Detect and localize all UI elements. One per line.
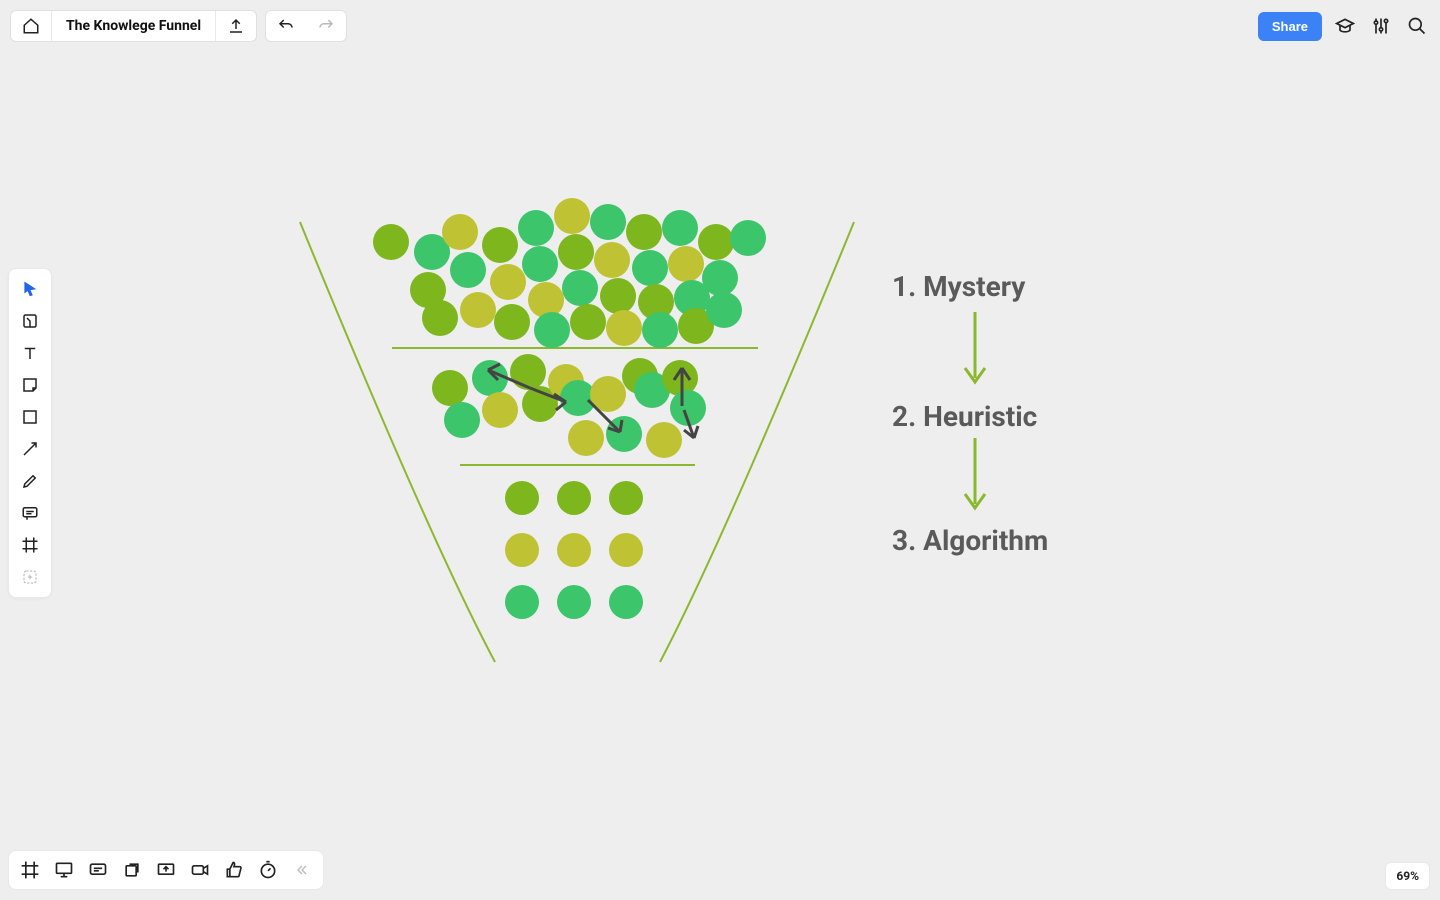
reactions-button[interactable] <box>219 855 249 885</box>
video-button[interactable] <box>185 855 215 885</box>
frames-bottom-button[interactable] <box>15 855 45 885</box>
heuristic-arrows <box>488 364 698 438</box>
cursor-icon <box>21 280 39 298</box>
timer-icon <box>258 860 278 880</box>
label-algorithm[interactable]: 3. Algorithm <box>892 524 1048 557</box>
graduation-icon <box>1335 16 1355 36</box>
top-bar: The Knowlege Funnel Share <box>10 10 1430 42</box>
funnel-dots-top <box>373 198 766 348</box>
pen-tool[interactable] <box>12 465 48 497</box>
label-heuristic[interactable]: 2. Heuristic <box>892 400 1037 433</box>
redo-icon <box>317 17 335 35</box>
redo-button[interactable] <box>306 11 346 41</box>
zoom-level[interactable]: 69% <box>1385 862 1430 890</box>
present-button[interactable] <box>49 855 79 885</box>
sticky-tool[interactable] <box>12 369 48 401</box>
home-button[interactable] <box>11 11 51 41</box>
sticky-icon <box>21 376 39 394</box>
square-icon <box>21 408 39 426</box>
comment-icon <box>21 504 39 522</box>
funnel-dots-middle <box>432 354 706 458</box>
upload-icon <box>227 17 245 35</box>
label-mystery[interactable]: 1. Mystery <box>892 270 1025 303</box>
top-left-group: The Knowlege Funnel <box>10 10 257 42</box>
plus-dashed-icon <box>21 568 39 586</box>
select-tool[interactable] <box>12 273 48 305</box>
cards-button[interactable] <box>117 855 147 885</box>
thumbsup-icon <box>224 860 244 880</box>
search-button[interactable] <box>1404 13 1430 39</box>
upload-button[interactable] <box>216 11 256 41</box>
undo-button[interactable] <box>266 11 306 41</box>
board-title[interactable]: The Knowlege Funnel <box>51 11 216 41</box>
presentation-icon <box>54 860 74 880</box>
screen-share-icon <box>156 860 176 880</box>
undo-icon <box>277 17 295 35</box>
shape-tool[interactable] <box>12 401 48 433</box>
templates-icon <box>21 312 39 330</box>
arrow-icon <box>21 440 39 458</box>
chat-icon <box>88 860 108 880</box>
undo-redo-group <box>265 10 347 42</box>
comment-tool[interactable] <box>12 497 48 529</box>
templates-tool[interactable] <box>12 305 48 337</box>
sliders-icon <box>1371 16 1391 36</box>
more-apps-tool[interactable] <box>12 561 48 593</box>
timer-button[interactable] <box>253 855 283 885</box>
cards-icon <box>122 860 142 880</box>
diagram-canvas <box>0 0 1440 900</box>
funnel-outline <box>300 222 854 662</box>
pen-icon <box>21 472 39 490</box>
collapse-button[interactable] <box>287 855 317 885</box>
top-bar-left: The Knowlege Funnel <box>10 10 347 42</box>
bottom-toolbar <box>8 850 324 890</box>
frame-icon <box>20 860 40 880</box>
learn-button[interactable] <box>1332 13 1358 39</box>
left-toolbar <box>8 268 52 598</box>
comments-bottom-button[interactable] <box>83 855 113 885</box>
text-tool[interactable] <box>12 337 48 369</box>
chevrons-left-icon <box>294 862 310 878</box>
arrow-tool[interactable] <box>12 433 48 465</box>
home-icon <box>22 17 40 35</box>
search-icon <box>1407 16 1427 36</box>
share-button[interactable]: Share <box>1258 12 1322 41</box>
settings-button[interactable] <box>1368 13 1394 39</box>
frame-tool[interactable] <box>12 529 48 561</box>
text-icon <box>21 344 39 362</box>
share-screen-button[interactable] <box>151 855 181 885</box>
funnel-dots-bottom <box>505 481 643 619</box>
frame-icon <box>21 536 39 554</box>
video-icon <box>190 860 210 880</box>
top-bar-right: Share <box>1258 12 1430 41</box>
